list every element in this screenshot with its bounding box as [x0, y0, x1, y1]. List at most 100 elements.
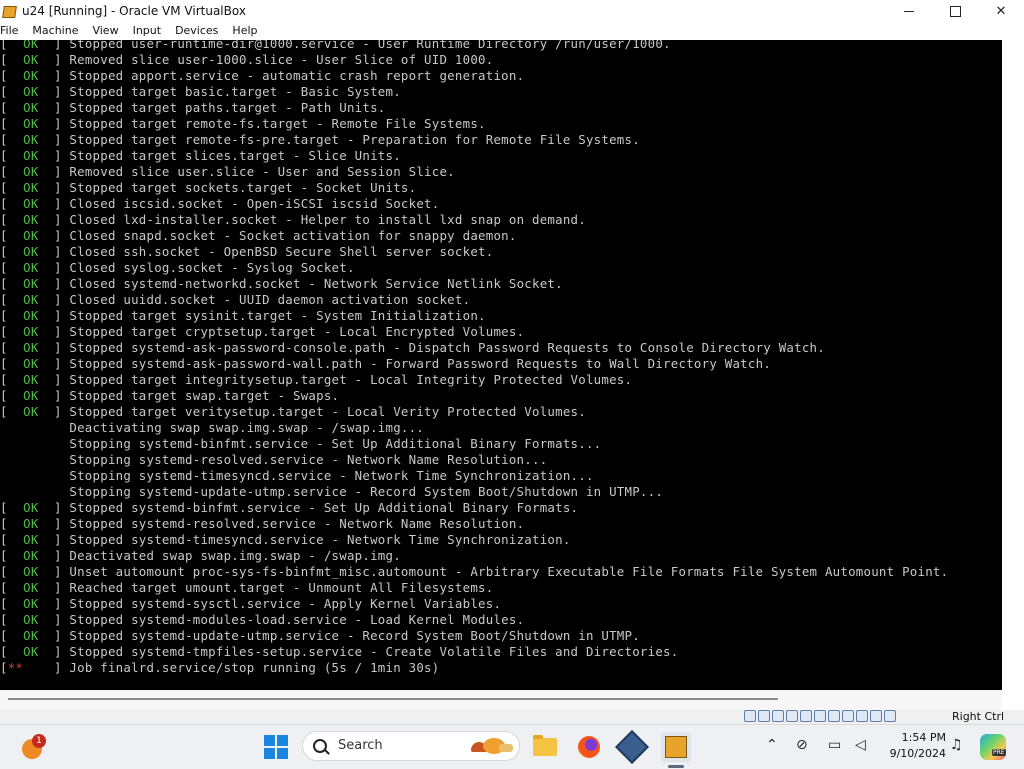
network-icon[interactable]: [786, 710, 798, 722]
notification-badge: 1: [32, 734, 46, 748]
log-message: Closed snapd.socket - Socket activation …: [69, 228, 517, 243]
console-line: [** ] Job finalrd.service/stop running (…: [0, 660, 439, 676]
console-line: [ OK ] Stopped target integritysetup.tar…: [0, 372, 632, 388]
status-bracket: ]: [53, 388, 70, 403]
display-tray-icon[interactable]: ▭: [828, 737, 841, 753]
maximize-button[interactable]: [932, 0, 978, 22]
copilot-button[interactable]: PRE: [980, 734, 1006, 760]
menu-input[interactable]: Input: [126, 22, 168, 40]
cpu-icon[interactable]: [856, 710, 868, 722]
keyboard-icon[interactable]: [884, 710, 896, 722]
minimize-button[interactable]: [886, 0, 932, 22]
status-bracket: ]: [53, 500, 70, 515]
log-message: Closed systemd-networkd.socket - Network…: [69, 276, 563, 291]
menu-bar: File Machine View Input Devices Help: [0, 22, 1024, 40]
log-message: Stopped systemd-timesyncd.service - Netw…: [69, 532, 571, 547]
vm-console[interactable]: [ OK ] Stopped user-runtime-dir@1000.ser…: [0, 40, 1002, 690]
console-line: [ OK ] Stopped target veritysetup.target…: [0, 404, 586, 420]
status-bracket: ]: [53, 596, 70, 611]
log-message: Stopped target slices.target - Slice Uni…: [69, 148, 401, 163]
console-line: [ OK ] Closed systemd-networkd.socket - …: [0, 276, 563, 292]
status-label: OK: [7, 148, 54, 163]
status-label: OK: [7, 340, 54, 355]
status-bracket: ]: [53, 532, 70, 547]
log-message: Reached target umount.target - Unmount A…: [69, 580, 494, 595]
log-message: Stopped target paths.target - Path Units…: [69, 100, 386, 115]
volume-tray-icon[interactable]: ◁: [855, 737, 866, 753]
status-bracket: [: [0, 292, 8, 307]
running-vm-icon: [665, 736, 687, 758]
menu-machine[interactable]: Machine: [25, 22, 85, 40]
display-icon[interactable]: [828, 710, 840, 722]
weather-widget[interactable]: 1: [20, 734, 46, 760]
log-message: Stopped systemd-ask-password-console.pat…: [69, 340, 825, 355]
hard-disk-icon[interactable]: [744, 710, 756, 722]
status-bracket: ]: [53, 356, 70, 371]
audio-icon[interactable]: [772, 710, 784, 722]
virtualbox-manager-button[interactable]: [615, 730, 649, 764]
mouse-integration-icon[interactable]: [870, 710, 882, 722]
console-line: Deactivating swap swap.img.swap - /swap.…: [0, 420, 424, 436]
folder-icon: [533, 735, 557, 756]
status-label: OK: [7, 596, 54, 611]
close-icon: ✕: [995, 3, 1007, 19]
menu-view[interactable]: View: [85, 22, 125, 40]
window-right-edge: [1002, 40, 1024, 720]
shared-folders-icon[interactable]: [814, 710, 826, 722]
status-label: OK: [7, 548, 54, 563]
menu-file[interactable]: File: [0, 22, 25, 40]
status-bracket: ]: [53, 260, 70, 275]
console-line: [ OK ] Stopped target swap.target - Swap…: [0, 388, 339, 404]
console-line: [ OK ] Stopped systemd-resolved.service …: [0, 516, 524, 532]
status-bracket: [: [0, 260, 8, 275]
close-button[interactable]: ✕: [978, 0, 1024, 22]
status-bracket: [: [0, 308, 8, 323]
console-line: [ OK ] Removed slice user.slice - User a…: [0, 164, 455, 180]
console-line: [ OK ] Closed iscsid.socket - Open-iSCSI…: [0, 196, 439, 212]
usb-icon[interactable]: [800, 710, 812, 722]
log-message: Stopped apport.service - automatic crash…: [69, 68, 525, 83]
status-bracket: ]: [53, 196, 70, 211]
log-message: Closed lxd-installer.socket - Helper to …: [69, 212, 586, 227]
console-line: [ OK ] Deactivated swap swap.img.swap - …: [0, 548, 401, 564]
system-clock[interactable]: 1:54 PM 9/10/2024: [876, 730, 946, 762]
status-bracket: [: [0, 340, 8, 355]
menu-help[interactable]: Help: [225, 22, 264, 40]
console-line: [ OK ] Closed uuidd.socket - UUID daemon…: [0, 292, 470, 308]
log-message: Job finalrd.service/stop running (5s / 1…: [69, 660, 440, 675]
virtualbox-icon: [2, 4, 17, 18]
clock-time: 1:54 PM: [901, 731, 946, 744]
log-message: Deactivating swap swap.img.swap - /swap.…: [69, 420, 425, 435]
optical-drive-icon[interactable]: [758, 710, 770, 722]
console-line: [ OK ] Stopped systemd-tmpfiles-setup.se…: [0, 644, 678, 660]
log-message: Stopped systemd-tmpfiles-setup.service -…: [69, 644, 679, 659]
file-explorer-button[interactable]: [530, 732, 560, 762]
taskbar-search[interactable]: Search: [302, 731, 520, 761]
status-bracket: [: [0, 180, 8, 195]
log-message: Removed slice user.slice - User and Sess…: [69, 164, 455, 179]
status-label: OK: [7, 244, 54, 259]
firefox-button[interactable]: [574, 732, 604, 762]
maximize-icon: [949, 5, 961, 17]
network-tray-icon[interactable]: ⊘: [796, 737, 808, 753]
horizontal-scrollbar[interactable]: [8, 698, 778, 700]
start-button[interactable]: [264, 735, 288, 759]
recording-icon[interactable]: [842, 710, 854, 722]
bell-icon[interactable]: ♫: [950, 737, 963, 753]
chevron-up-icon[interactable]: ⌃: [766, 737, 778, 753]
console-line: [ OK ] Closed ssh.socket - OpenBSD Secur…: [0, 244, 493, 260]
search-highlight-icon: [471, 736, 515, 756]
virtualbox-vm-button[interactable]: [661, 732, 691, 762]
console-line: Stopping systemd-update-utmp.service - R…: [0, 484, 663, 500]
console-line: Stopping systemd-binfmt.service - Set Up…: [0, 436, 601, 452]
status-bracket: [: [0, 324, 8, 339]
log-message: Stopped target basic.target - Basic Syst…: [69, 84, 401, 99]
status-bracket: ]: [53, 148, 70, 163]
menu-devices[interactable]: Devices: [168, 22, 225, 40]
search-placeholder: Search: [338, 738, 383, 753]
console-line: [ OK ] Stopped systemd-binfmt.service - …: [0, 500, 578, 516]
status-bracket: ]: [53, 628, 70, 643]
